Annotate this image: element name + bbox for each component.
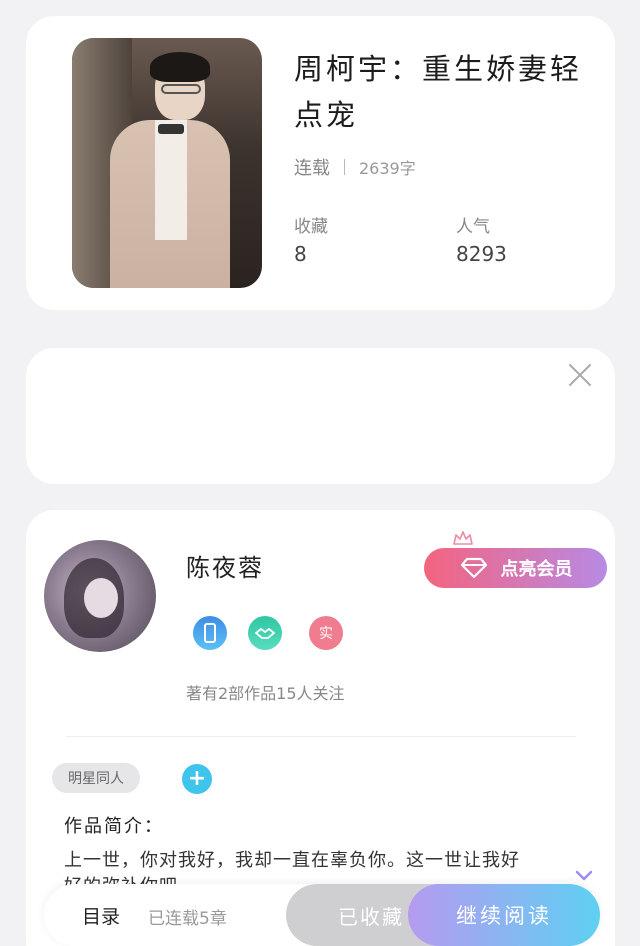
add-tag-icon[interactable]: + [182, 764, 212, 794]
ad-banner-card [26, 348, 615, 484]
serial-status: 连载 [294, 158, 330, 179]
meta-divider [344, 159, 345, 175]
favorites-value: 8 [294, 242, 307, 266]
diamond-icon [460, 557, 487, 579]
vip-button-label: 点亮会员 [500, 559, 573, 580]
book-meta: 连载 2639字 [294, 154, 416, 180]
chevron-down-icon[interactable] [574, 866, 594, 886]
close-icon[interactable] [567, 362, 593, 388]
vip-button[interactable]: 点亮会员 [424, 548, 607, 588]
book-info-card: 周柯宇：重生娇妻轻点宠 连载 2639字 收藏 8 人气 8293 [26, 16, 615, 310]
author-name[interactable]: 陈夜蓉 [186, 548, 264, 583]
continue-reading-button[interactable]: 继续阅读 [408, 884, 600, 946]
author-card: 陈夜蓉 点亮会员 实 著有2部作品15人关注 明星同人 + 作品简介： 上一世，… [26, 510, 615, 946]
author-avatar[interactable] [44, 540, 156, 652]
genre-tag[interactable]: 明星同人 [52, 763, 140, 793]
popularity-value: 8293 [456, 242, 507, 266]
book-cover-image[interactable] [72, 38, 262, 288]
intro-label: 作品简介： [64, 816, 164, 837]
crown-icon [453, 531, 473, 545]
phone-badge-icon [193, 616, 227, 650]
favorites-label: 收藏 [294, 217, 328, 237]
verified-badge-icon: 实 [309, 616, 343, 650]
author-works-summary: 著有2部作品15人关注 [186, 684, 345, 703]
book-title: 周柯宇：重生娇妻轻点宠 [294, 52, 583, 132]
word-count: 2639字 [359, 159, 416, 178]
bottom-action-bar: 目录 已连载5章 已收藏 继续阅读 [44, 884, 600, 946]
serial-chapter-count: 已连载5章 [148, 909, 227, 929]
toc-button[interactable]: 目录 [82, 902, 120, 929]
handshake-badge-icon [248, 616, 282, 650]
popularity-label: 人气 [456, 217, 490, 237]
section-divider [66, 736, 576, 737]
intro-text: 上一世，你对我好，我却一直在辜负你。这一世让我好好的弥补你吧 [64, 850, 520, 888]
